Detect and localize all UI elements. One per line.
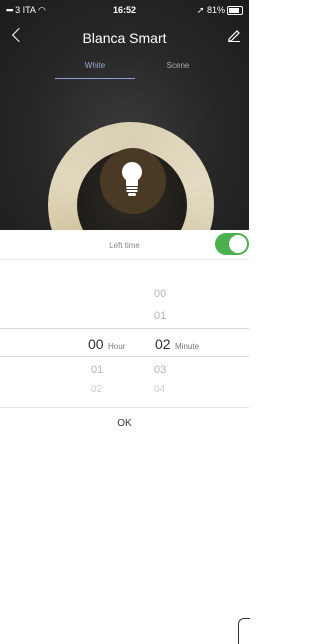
hour-option[interactable]: 01 [91, 364, 103, 376]
minute-option[interactable]: 03 [154, 364, 166, 376]
minute-option[interactable]: 01 [154, 310, 166, 322]
picker-divider [0, 328, 249, 329]
tab-white[interactable]: White [55, 61, 135, 70]
tab-bar: White Scene [0, 58, 249, 80]
toggle-knob [229, 235, 247, 253]
hour-option[interactable]: 02 [91, 384, 102, 395]
hour-selected[interactable]: 00 Hour [88, 336, 125, 354]
status-bar: ▪▪▪ 3 ITA ◠ 16:52 ➚ 81% [0, 0, 249, 20]
tab-scene[interactable]: Scene [138, 61, 218, 70]
page-title: Blanca Smart [82, 30, 167, 46]
picker-divider [0, 356, 249, 357]
left-time-label: Left time [109, 241, 140, 250]
edit-icon[interactable] [227, 28, 241, 42]
location-icon: ➚ [196, 5, 205, 15]
corner-decoration [238, 618, 250, 644]
minute-option[interactable]: 04 [154, 384, 165, 395]
divider [0, 259, 249, 260]
nav-bar: Blanca Smart [0, 26, 249, 52]
battery-status: ➚ 81% [197, 5, 243, 16]
battery-icon [227, 6, 243, 16]
ok-button[interactable]: OK [0, 418, 249, 429]
left-time-toggle[interactable] [215, 233, 249, 255]
minute-option[interactable]: 00 [154, 288, 166, 300]
ok-bar: OK [0, 407, 250, 644]
timer-sheet: Left time 00 01 00 Hour 02 Minute 01 03 … [0, 230, 250, 644]
minute-selected[interactable]: 02 Minute [155, 336, 199, 354]
light-bulb-icon[interactable] [118, 160, 146, 200]
screen-background: ▪▪▪ 3 ITA ◠ 16:52 ➚ 81% Blanca Smart Whi… [0, 0, 249, 230]
tab-indicator [55, 78, 135, 79]
